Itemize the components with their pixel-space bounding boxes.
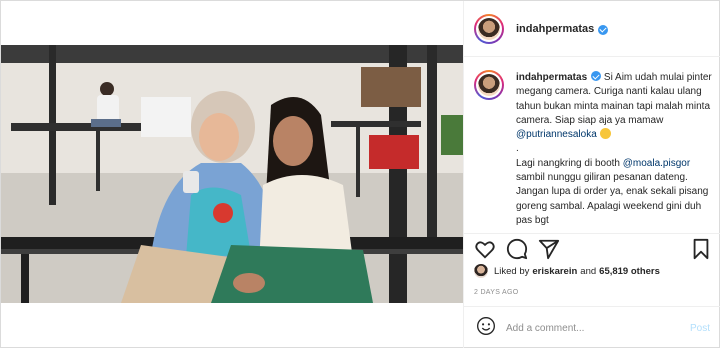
bookmark-icon[interactable]: [690, 238, 712, 260]
likes-count[interactable]: 65,819 others: [599, 266, 660, 277]
caption-area: indahpermatas Si Aim udah mulai pinter m…: [464, 58, 720, 226]
action-bar: [464, 233, 720, 261]
author-username[interactable]: indahpermatas: [516, 23, 594, 35]
caption-line-3: sambil nunggu giliran pesanan dateng. Ja…: [516, 172, 709, 226]
heart-icon[interactable]: [474, 238, 496, 260]
caption-avatar[interactable]: [474, 70, 504, 100]
mention-link[interactable]: @moala.pisgor: [623, 158, 690, 169]
send-icon[interactable]: [538, 238, 560, 260]
post-timestamp[interactable]: 2 DAYS AGO: [474, 289, 519, 296]
author-avatar[interactable]: [474, 13, 504, 44]
post-details-panel: indahpermatas indahpermatas Si Aim udah …: [463, 1, 720, 348]
caption-dot: .: [516, 143, 519, 155]
liker-username[interactable]: eriskarein: [532, 266, 577, 277]
instagram-post: indahpermatas indahpermatas Si Aim udah …: [0, 0, 720, 348]
mention-link[interactable]: @putriannesaloka: [516, 129, 597, 140]
post-comment-button[interactable]: Post: [690, 323, 710, 334]
verified-badge-icon: [598, 24, 609, 35]
post-header: indahpermatas: [464, 1, 720, 57]
comment-input[interactable]: [506, 322, 690, 334]
comment-icon[interactable]: [506, 238, 528, 260]
avatar-inner: [476, 15, 502, 42]
avatar-image: [478, 74, 500, 96]
likes-prefix: Liked by: [494, 265, 530, 277]
caption-line-2: Lagi nangkring di booth: [516, 157, 623, 169]
comment-bar: Post: [464, 306, 720, 348]
post-photo[interactable]: [1, 45, 463, 303]
caption-text: indahpermatas Si Aim udah mulai pinter m…: [516, 70, 714, 226]
avatar-image: [478, 17, 500, 40]
caption-username[interactable]: indahpermatas: [516, 72, 587, 83]
smile-icon[interactable]: [476, 316, 496, 341]
avatar-inner: [476, 72, 502, 98]
grinning-emoji-icon: [599, 128, 611, 140]
post-photo-image: [1, 45, 463, 303]
likes-and: and: [580, 265, 597, 277]
verified-badge-icon: [591, 71, 602, 81]
likes-summary: Liked by eriskarein and 65,819 others: [474, 263, 714, 279]
liker-avatar[interactable]: [474, 264, 488, 278]
